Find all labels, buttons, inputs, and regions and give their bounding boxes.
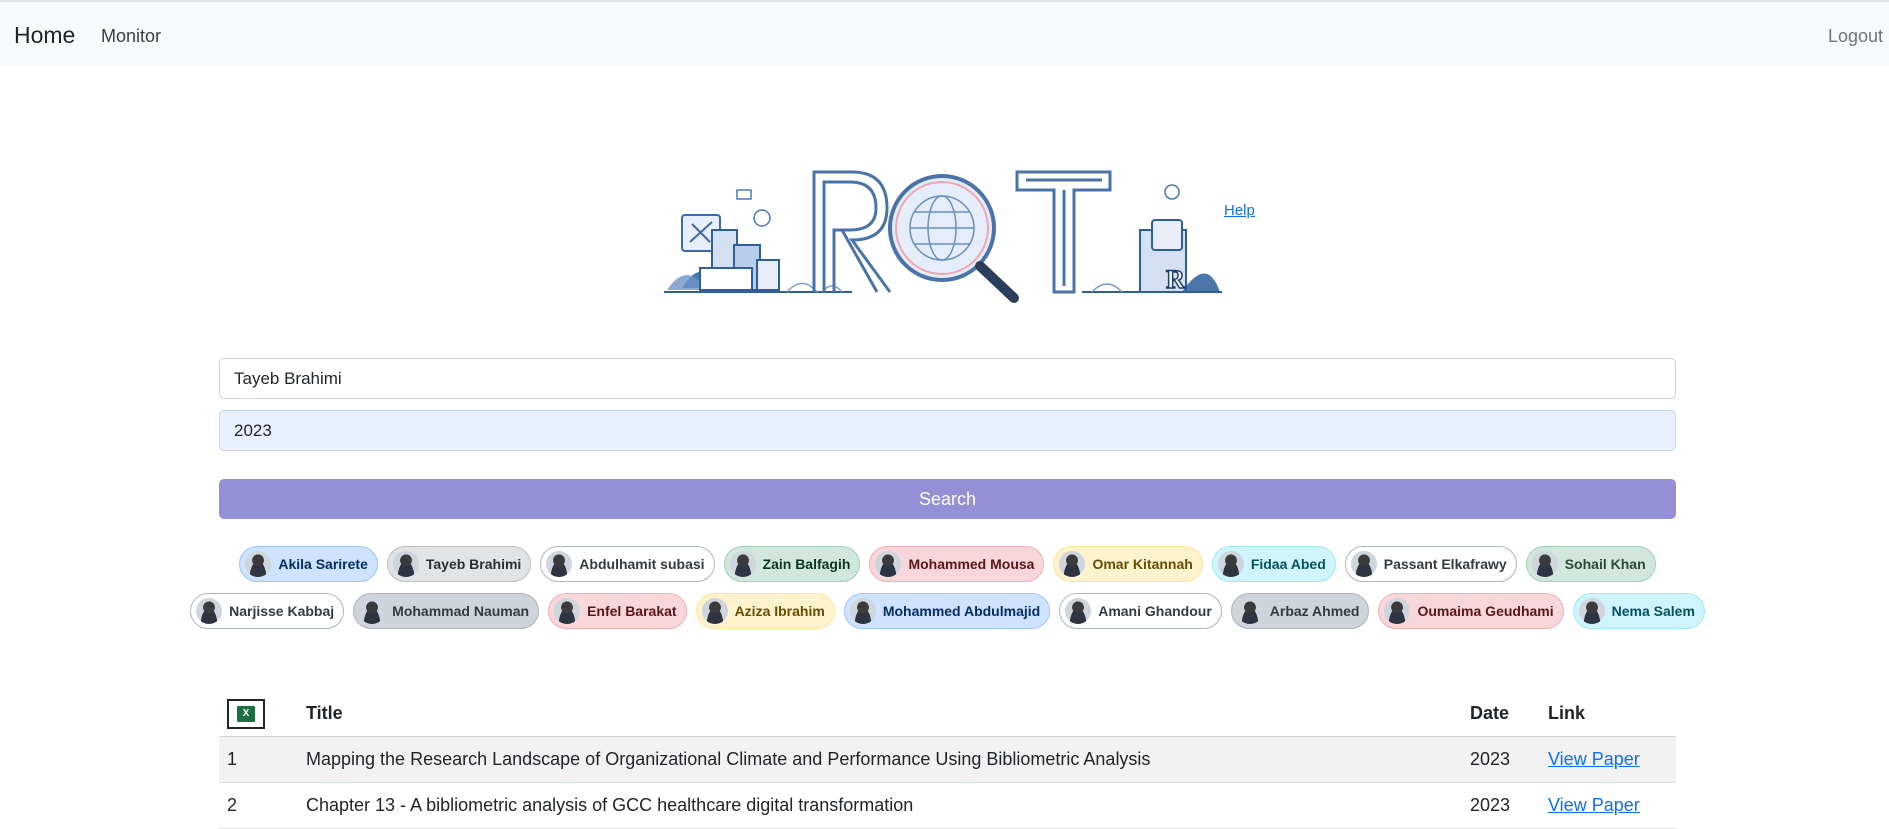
author-chip[interactable]: Oumaima Geudhami — [1378, 593, 1564, 629]
author-chip[interactable]: Nema Salem — [1572, 593, 1705, 629]
avatar — [196, 598, 223, 624]
author-chip-label: Mohammed Mousa — [908, 556, 1035, 572]
author-chip[interactable]: Mohammed Abdulmajid — [843, 593, 1051, 629]
author-chip-label: Tayeb Brahimi — [425, 556, 522, 572]
paper-date: 2023 — [1462, 736, 1540, 783]
author-chip-label: Nema Salem — [1611, 603, 1695, 619]
author-chip[interactable]: Zain Balfagih — [723, 546, 861, 582]
author-chip[interactable]: Abdulhamit subasi — [540, 546, 715, 582]
author-chip-label: Mohammad Nauman — [392, 603, 530, 619]
author-chip-label: Sohail Khan — [1564, 556, 1646, 572]
avatar — [1236, 598, 1263, 624]
rqt-logo: R — [664, 170, 1222, 303]
author-search-input[interactable] — [219, 358, 1676, 399]
author-chip[interactable]: Omar Kitannah — [1053, 546, 1203, 582]
home-link[interactable]: Home — [14, 22, 75, 49]
avatar — [1384, 598, 1411, 624]
paper-title: Mapping the Research Landscape of Organi… — [298, 736, 1462, 783]
author-chip[interactable]: Sohail Khan — [1525, 546, 1656, 582]
avatar — [1350, 551, 1377, 577]
author-chip[interactable]: Amani Ghandour — [1059, 593, 1222, 629]
search-button[interactable]: Search — [219, 479, 1676, 519]
paper-date: 2023 — [1462, 782, 1540, 829]
author-chip[interactable]: Fidaa Abed — [1211, 546, 1336, 582]
view-paper-link[interactable]: View Paper — [1548, 795, 1640, 815]
results-table: X Title Date Link 1 Mapping the Research… — [219, 691, 1676, 829]
row-number: 2 — [219, 782, 298, 829]
author-chip[interactable]: Arbaz Ahmed — [1230, 593, 1370, 629]
author-chip-label: Passant Elkafrawy — [1383, 556, 1507, 572]
link-cell: View Paper — [1540, 736, 1676, 783]
row-number: 1 — [219, 736, 298, 783]
table-header-row: X Title Date Link — [219, 691, 1676, 737]
title-header: Title — [298, 691, 1462, 737]
author-chip-label: Amani Ghandour — [1098, 603, 1212, 619]
export-excel-button[interactable]: X — [227, 698, 265, 729]
help-link[interactable]: Help — [1224, 202, 1255, 219]
author-chip-label: Enfel Barakat — [587, 603, 677, 619]
author-chip-label: Omar Kitannah — [1092, 556, 1193, 572]
avatar — [1065, 598, 1092, 624]
avatar — [392, 551, 419, 577]
view-paper-link[interactable]: View Paper — [1548, 749, 1640, 769]
avatar — [1217, 551, 1244, 577]
author-chip[interactable]: Narjisse Kabbaj — [190, 593, 345, 629]
avatar — [701, 598, 728, 624]
author-chip[interactable]: Enfel Barakat — [548, 593, 687, 629]
monitor-link[interactable]: Monitor — [101, 26, 161, 47]
author-chip-label: Arbaz Ahmed — [1269, 603, 1360, 619]
avatar — [245, 551, 272, 577]
author-chip-label: Oumaima Geudhami — [1417, 603, 1554, 619]
author-chip[interactable]: Mohammad Nauman — [353, 593, 540, 629]
avatar — [1531, 551, 1558, 577]
top-navbar: Home Monitor Logout — [0, 0, 1889, 65]
avatar — [729, 551, 756, 577]
author-chip-label: Fidaa Abed — [1250, 556, 1326, 572]
author-chip[interactable]: Aziza Ibrahim — [695, 593, 835, 629]
author-chips-row-1: Akila Sarirete Tayeb Brahimi Abdulhamit … — [219, 546, 1676, 582]
author-chip[interactable]: Passant Elkafrawy — [1344, 546, 1517, 582]
author-chip[interactable]: Tayeb Brahimi — [386, 546, 532, 582]
avatar — [554, 598, 581, 624]
avatar — [1059, 551, 1086, 577]
avatar — [1578, 598, 1605, 624]
avatar — [359, 598, 386, 624]
author-chip-label: Mohammed Abdulmajid — [882, 603, 1041, 619]
excel-icon: X — [237, 705, 255, 722]
author-chip-label: Narjisse Kabbaj — [229, 603, 335, 619]
svg-text:R: R — [1166, 265, 1185, 294]
author-chip-label: Abdulhamit subasi — [579, 556, 705, 572]
export-header: X — [219, 691, 298, 737]
author-chip[interactable]: Mohammed Mousa — [869, 546, 1045, 582]
avatar — [849, 598, 876, 624]
author-chip[interactable]: Akila Sarirete — [239, 546, 378, 582]
logout-link[interactable]: Logout — [1828, 26, 1883, 47]
link-cell: View Paper — [1540, 782, 1676, 829]
table-row: 1 Mapping the Research Landscape of Orga… — [219, 736, 1676, 783]
author-chip-label: Zain Balfagih — [762, 556, 851, 572]
author-chips-row-2: Narjisse Kabbaj Mohammad Nauman Enfel Ba… — [190, 593, 1705, 629]
link-header: Link — [1540, 691, 1676, 737]
date-header: Date — [1462, 691, 1540, 737]
table-row: 2 Chapter 13 - A bibliometric analysis o… — [219, 782, 1676, 829]
year-input[interactable] — [219, 410, 1676, 451]
paper-title: Chapter 13 - A bibliometric analysis of … — [298, 782, 1462, 829]
author-chip-label: Aziza Ibrahim — [734, 603, 825, 619]
avatar — [875, 551, 902, 577]
avatar — [546, 551, 573, 577]
author-chip-label: Akila Sarirete — [278, 556, 368, 572]
